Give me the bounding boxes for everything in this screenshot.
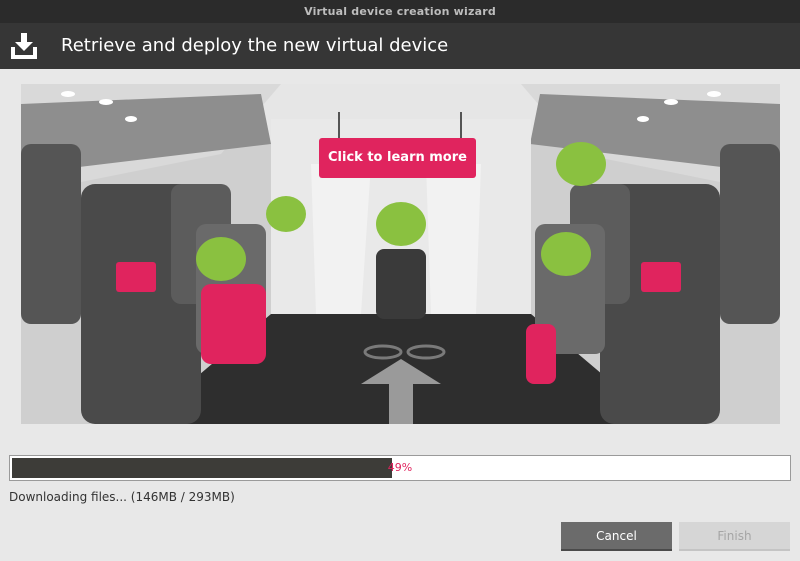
window-title-bar: Virtual device creation wizard xyxy=(0,0,800,23)
download-status: Downloading files... (146MB / 293MB) xyxy=(9,490,235,504)
wizard-header: Retrieve and deploy the new virtual devi… xyxy=(0,23,800,69)
download-progress-bar: 49% xyxy=(9,455,791,481)
progress-percentage: 49% xyxy=(387,461,413,474)
finish-button[interactable]: Finish xyxy=(679,522,790,551)
window-title: Virtual device creation wizard xyxy=(304,5,496,18)
page-title: Retrieve and deploy the new virtual devi… xyxy=(61,35,449,56)
download-icon xyxy=(11,33,37,59)
cancel-button[interactable]: Cancel xyxy=(561,522,672,551)
airplane-cabin-illustration xyxy=(21,84,780,424)
promo-banner-image[interactable]: Click to learn more xyxy=(21,84,780,424)
banner-sign[interactable]: Click to learn more xyxy=(319,138,476,178)
